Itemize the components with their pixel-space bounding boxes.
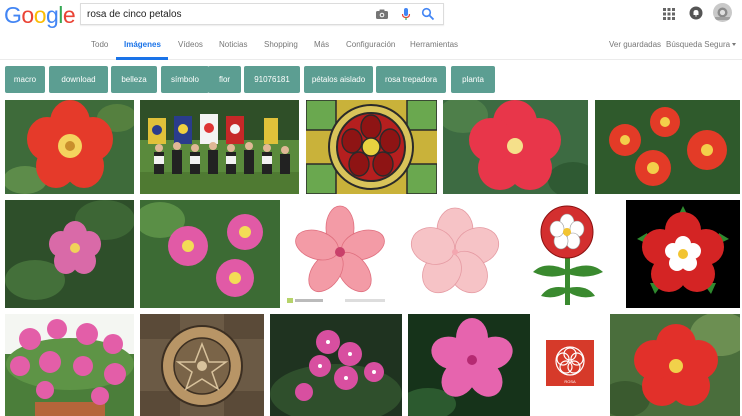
active-tab-indicator xyxy=(116,57,168,60)
image-result[interactable] xyxy=(5,314,134,416)
camera-icon[interactable] xyxy=(375,7,389,21)
image-red-wild-rose xyxy=(5,100,134,194)
image-pink-rose-foliage xyxy=(5,200,134,308)
logo-letter: e xyxy=(62,2,76,28)
header: Google rosa de cinco petalos Todo Imágen… xyxy=(0,0,742,60)
image-pink-periwinkle-pot xyxy=(5,314,134,416)
notifications-icon[interactable] xyxy=(689,6,703,20)
image-tudor-rose-stem xyxy=(515,200,620,308)
image-result[interactable] xyxy=(140,200,280,308)
image-pink-periwinkle-closeup xyxy=(408,314,530,416)
chip-91076181[interactable]: 91076181 xyxy=(244,66,300,93)
image-pink-wild-roses xyxy=(140,200,280,308)
search-input[interactable] xyxy=(87,6,367,22)
search-icon[interactable] xyxy=(421,7,435,21)
image-result[interactable] xyxy=(306,100,437,194)
image-result[interactable]: ROSA xyxy=(536,314,604,416)
image-result[interactable] xyxy=(140,100,299,194)
image-result[interactable] xyxy=(401,200,510,308)
image-result[interactable] xyxy=(140,314,264,416)
logo-letter: g xyxy=(45,2,59,28)
logo-letter: o xyxy=(33,2,47,28)
tab-shopping[interactable]: Shopping xyxy=(264,40,298,49)
chip-download[interactable]: download xyxy=(49,66,108,93)
image-result[interactable] xyxy=(285,200,395,308)
chip-flor[interactable]: flor xyxy=(208,66,241,93)
image-result[interactable] xyxy=(610,314,740,416)
image-result[interactable] xyxy=(626,200,740,308)
search-box xyxy=(80,3,444,25)
image-light-pink-petals xyxy=(401,200,510,308)
emblem-caption: ROSA xyxy=(564,379,576,384)
image-red-rose-foliage xyxy=(610,314,740,416)
image-result[interactable] xyxy=(270,314,402,416)
saved-link[interactable]: Ver guardadas xyxy=(609,40,661,49)
apps-grid-icon[interactable] xyxy=(663,8,675,20)
image-result[interactable] xyxy=(5,100,134,194)
tab-todo[interactable]: Todo xyxy=(91,40,108,49)
chip-petalos-aislado[interactable]: pétalos aislado xyxy=(304,66,373,93)
tab-herramientas[interactable]: Herramientas xyxy=(410,40,458,49)
google-logo[interactable]: Google xyxy=(4,2,76,29)
tab-imagenes[interactable]: Imágenes xyxy=(124,40,161,49)
image-result[interactable] xyxy=(595,100,740,194)
image-rose-emblem-icon: ROSA xyxy=(536,314,604,416)
safe-search-menu[interactable]: Búsqueda Segura xyxy=(666,40,737,49)
image-result[interactable] xyxy=(443,100,588,194)
chip-simbolo[interactable]: símbolo xyxy=(161,66,209,93)
image-diana-memorial-plaque xyxy=(140,314,264,416)
tab-videos[interactable]: Vídeos xyxy=(178,40,203,49)
tab-mas[interactable]: Más xyxy=(314,40,329,49)
image-result[interactable] xyxy=(5,200,134,308)
image-tudor-rose-black xyxy=(626,200,740,308)
image-pink-red-rose xyxy=(443,100,588,194)
image-pink-flower-vector xyxy=(285,200,395,308)
microphone-icon[interactable] xyxy=(399,7,413,21)
chip-belleza[interactable]: belleza xyxy=(111,66,157,93)
logo-letter: o xyxy=(21,2,34,28)
search-tabs: Todo Imágenes Vídeos Noticias Shopping M… xyxy=(0,38,742,60)
tab-configuracion[interactable]: Configuración xyxy=(346,40,395,49)
image-stained-glass-rose xyxy=(306,100,437,194)
safe-search-label: Búsqueda Segura xyxy=(666,40,731,49)
image-pink-periwinkle-dark xyxy=(270,314,402,416)
chip-planta[interactable]: planta xyxy=(451,66,495,93)
image-heraldic-banners-group xyxy=(140,100,299,194)
chip-rosa-trepadora[interactable]: rosa trepadora xyxy=(376,66,446,93)
image-red-roses-cluster xyxy=(595,100,740,194)
avatar[interactable] xyxy=(713,3,732,22)
chip-macro[interactable]: macro xyxy=(5,66,45,93)
logo-letter: G xyxy=(4,2,22,28)
image-result[interactable] xyxy=(408,314,530,416)
chevron-down-icon xyxy=(732,43,737,47)
tab-noticias[interactable]: Noticias xyxy=(219,40,247,49)
image-result[interactable] xyxy=(515,200,620,308)
